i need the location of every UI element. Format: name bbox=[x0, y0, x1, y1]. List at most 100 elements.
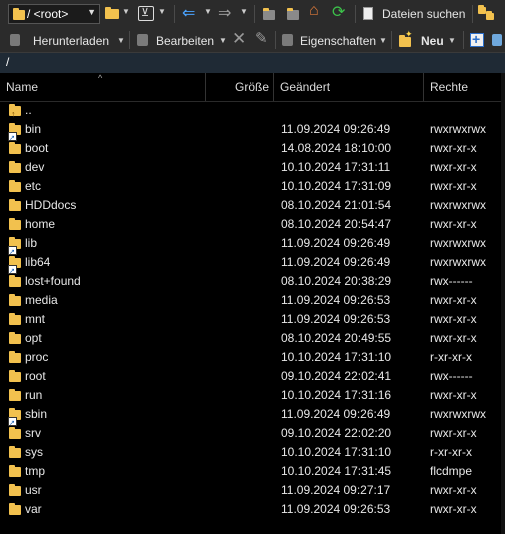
table-row[interactable]: home 08.10.2024 20:54:47 rwxr-xr-x bbox=[0, 215, 505, 234]
table-row[interactable]: mnt 11.09.2024 09:26:53 rwxr-xr-x bbox=[0, 310, 505, 329]
main-toolbar: / <root> ▼ ▼ ⊻ ▼ ⇐ ▼ ⇒ ▼ ⌂ ⟳ Dateien suc… bbox=[0, 0, 505, 29]
file-changed: 11.09.2024 09:26:49 bbox=[281, 122, 391, 136]
root-dir-icon[interactable] bbox=[287, 8, 299, 20]
parent-dir-icon[interactable] bbox=[263, 8, 275, 20]
properties-button[interactable]: Eigenschaften ▼ bbox=[280, 30, 390, 50]
table-row[interactable]: etc 10.10.2024 17:31:09 rwxr-xr-x bbox=[0, 177, 505, 196]
file-name: usr bbox=[25, 483, 42, 497]
table-row[interactable]: lost+found 08.10.2024 20:38:29 rwx------ bbox=[0, 272, 505, 291]
refresh-icon[interactable]: ⟳ bbox=[332, 2, 345, 22]
filter-button[interactable]: ⊻ bbox=[138, 6, 154, 21]
table-row[interactable]: root 09.10.2024 22:02:41 rwx------ bbox=[0, 367, 505, 386]
folder-icon bbox=[9, 142, 21, 154]
table-row[interactable]: opt 08.10.2024 20:49:55 rwxr-xr-x bbox=[0, 329, 505, 348]
file-rights: rwxr-xr-x bbox=[430, 179, 477, 193]
column-rights[interactable]: Rechte bbox=[424, 73, 502, 101]
file-changed: 08.10.2024 20:54:47 bbox=[281, 217, 392, 231]
column-rights-label: Rechte bbox=[430, 80, 469, 94]
separator bbox=[355, 5, 356, 23]
more-icon[interactable] bbox=[492, 34, 502, 46]
file-changed: 10.10.2024 17:31:09 bbox=[281, 179, 392, 193]
delete-icon[interactable]: ✕ bbox=[232, 29, 246, 49]
table-row[interactable]: srv 09.10.2024 22:02:20 rwxr-xr-x bbox=[0, 424, 505, 443]
home-icon[interactable]: ⌂ bbox=[309, 2, 319, 20]
table-row[interactable]: var 11.09.2024 09:26:53 rwxr-xr-x bbox=[0, 500, 505, 519]
folder-icon bbox=[9, 294, 21, 306]
new-button[interactable]: ✦ Neu ▼ bbox=[397, 29, 459, 50]
filter-dropdown-icon[interactable]: ▼ bbox=[158, 7, 166, 16]
edit-button[interactable]: Bearbeiten ▼ bbox=[135, 30, 227, 50]
rename-icon[interactable]: ✎ bbox=[255, 29, 268, 47]
file-rights: rwxr-xr-x bbox=[430, 160, 477, 174]
table-row[interactable]: sys 10.10.2024 17:31:10 r-xr-xr-x bbox=[0, 443, 505, 462]
table-row[interactable]: dev 10.10.2024 17:31:11 rwxr-xr-x bbox=[0, 158, 505, 177]
path-combo[interactable]: / <root> ▼ bbox=[8, 4, 100, 24]
file-name: HDDdocs bbox=[25, 198, 77, 212]
table-row[interactable]: lib64 11.09.2024 09:26:49 rwxrwxrwx bbox=[0, 253, 505, 281]
file-name: sbin bbox=[25, 407, 48, 421]
sync-browse-button[interactable] bbox=[478, 5, 496, 21]
symlink-folder-icon bbox=[8, 123, 21, 148]
separator bbox=[463, 31, 464, 49]
open-folder-icon bbox=[105, 7, 119, 19]
chevron-down-icon: ▼ bbox=[117, 36, 125, 45]
file-changed: 11.09.2024 09:26:49 bbox=[281, 255, 391, 269]
file-rights: rwxrwxrwx bbox=[430, 198, 486, 212]
table-row[interactable]: tmp 10.10.2024 17:31:45 flcdmpe bbox=[0, 462, 505, 481]
forward-dropdown-icon[interactable]: ▼ bbox=[240, 7, 248, 16]
file-rights: flcdmpe bbox=[430, 464, 473, 478]
separator bbox=[472, 5, 473, 23]
table-row[interactable]: boot 14.08.2024 18:10:00 rwxr-xr-x bbox=[0, 139, 505, 158]
forward-arrow-icon[interactable]: ⇒ bbox=[218, 3, 231, 23]
file-name: lost+found bbox=[25, 274, 81, 288]
find-files-button[interactable]: Dateien suchen bbox=[360, 3, 468, 25]
file-changed: 08.10.2024 20:38:29 bbox=[281, 274, 392, 288]
chevron-down-icon: ▼ bbox=[87, 7, 96, 17]
open-folder-dropdown-icon[interactable]: ▼ bbox=[122, 7, 130, 16]
separator bbox=[174, 5, 175, 23]
chevron-down-icon: ▼ bbox=[219, 36, 227, 45]
table-row[interactable]: usr 11.09.2024 09:27:17 rwxr-xr-x bbox=[0, 481, 505, 500]
folder-icon bbox=[9, 180, 21, 192]
file-changed: 11.09.2024 09:26:53 bbox=[281, 312, 391, 326]
path-bar[interactable]: / bbox=[0, 52, 505, 74]
file-rights: rwxr-xr-x bbox=[430, 293, 477, 307]
column-name[interactable]: Name ^ bbox=[0, 73, 206, 101]
find-files-label: Dateien suchen bbox=[382, 7, 466, 21]
column-size[interactable]: Größe bbox=[206, 73, 274, 101]
file-name: run bbox=[25, 388, 43, 402]
table-row[interactable]: run 10.10.2024 17:31:16 rwxr-xr-x bbox=[0, 386, 505, 405]
file-changed: 11.09.2024 09:26:53 bbox=[281, 293, 391, 307]
folder-icon bbox=[9, 218, 21, 230]
file-list-header: Name ^ Größe Geändert Rechte bbox=[0, 73, 505, 102]
separator bbox=[391, 31, 392, 49]
folder-icon bbox=[9, 446, 21, 458]
table-row[interactable]: sbin 11.09.2024 09:26:49 rwxrwxrwx bbox=[0, 405, 505, 433]
table-row[interactable]: bin 11.09.2024 09:26:49 rwxrwxrwx bbox=[0, 120, 505, 148]
symlink-folder-icon bbox=[8, 256, 21, 281]
back-arrow-icon[interactable]: ⇐ bbox=[182, 3, 195, 23]
file-changed: 11.09.2024 09:26:53 bbox=[281, 502, 391, 516]
column-changed-label: Geändert bbox=[280, 80, 331, 94]
file-rights: rwxr-xr-x bbox=[430, 483, 477, 497]
file-name: dev bbox=[25, 160, 45, 174]
table-row[interactable]: HDDdocs 08.10.2024 21:01:54 rwxrwxrwx bbox=[0, 196, 505, 215]
separator bbox=[254, 5, 255, 23]
open-folder-button[interactable] bbox=[104, 6, 120, 20]
table-row[interactable]: lib 11.09.2024 09:26:49 rwxrwxrwx bbox=[0, 234, 505, 262]
folder-icon bbox=[9, 332, 21, 344]
file-name: proc bbox=[25, 350, 49, 364]
back-dropdown-icon[interactable]: ▼ bbox=[204, 7, 212, 16]
table-row[interactable]: ↑.. bbox=[0, 101, 505, 120]
current-path: / bbox=[6, 55, 10, 69]
column-changed[interactable]: Geändert bbox=[274, 73, 424, 101]
new-file-button[interactable]: + bbox=[470, 31, 484, 47]
table-row[interactable]: media 11.09.2024 09:26:53 rwxr-xr-x bbox=[0, 291, 505, 310]
download-button[interactable]: Herunterladen ▼ bbox=[8, 30, 128, 50]
table-row[interactable]: proc 10.10.2024 17:31:10 r-xr-xr-x bbox=[0, 348, 505, 367]
vertical-scrollbar[interactable] bbox=[501, 73, 505, 534]
folder-icon bbox=[13, 8, 25, 20]
file-changed: 09.10.2024 22:02:20 bbox=[281, 426, 392, 440]
folder-icon bbox=[9, 427, 21, 439]
edit-label: Bearbeiten bbox=[156, 34, 215, 48]
